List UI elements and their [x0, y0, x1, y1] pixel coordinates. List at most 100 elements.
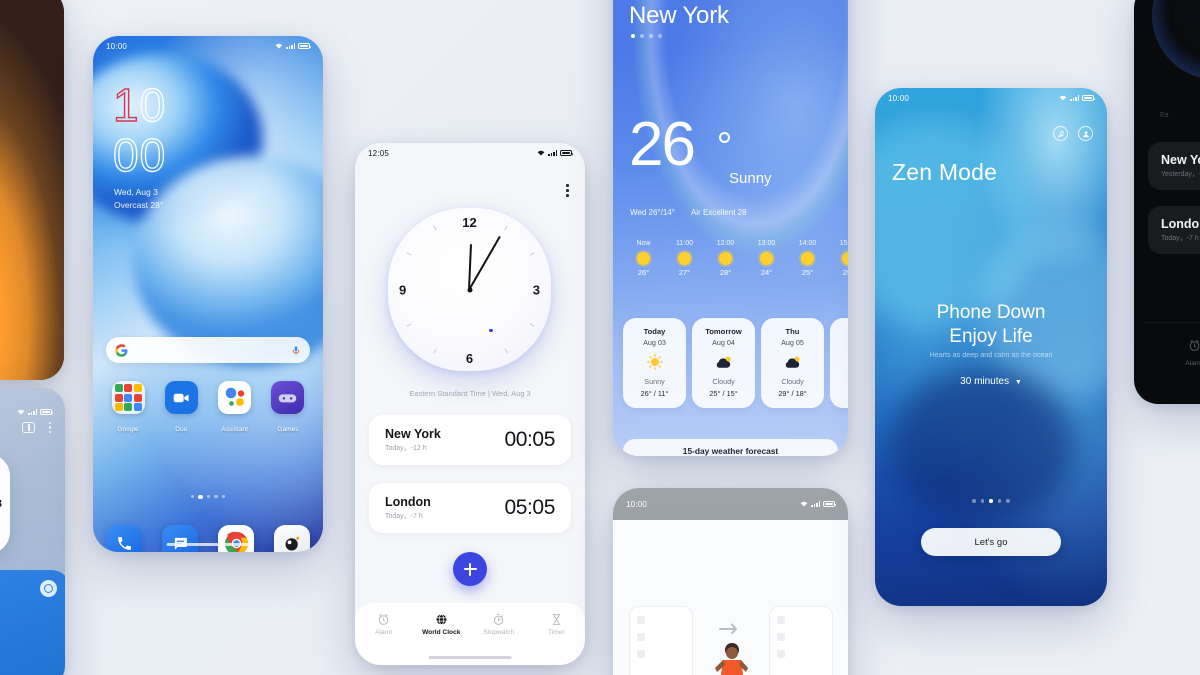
world-clock-row[interactable]: New Yo Yesterday，-: [1148, 142, 1200, 190]
games-controller-icon: [271, 381, 305, 414]
app-icon-assistant[interactable]: Assistant: [213, 381, 257, 436]
daily-forecast-card[interactable]: Fri Aug Clou 33° /: [830, 318, 848, 408]
daily-day: Fri: [832, 327, 848, 336]
weather-forecast-button[interactable]: 15-day weather forecast: [623, 439, 838, 456]
world-clock-row[interactable]: London Today，-7 h: [1148, 206, 1200, 254]
statusbar-time: 10:00: [106, 41, 128, 51]
profile-icon[interactable]: [1078, 126, 1093, 141]
app-icon-games[interactable]: Games: [266, 381, 310, 436]
phone-transfer-app[interactable]: 10:00: [613, 488, 848, 675]
home-page-dots[interactable]: [93, 495, 323, 500]
left-status-icons: [17, 409, 54, 415]
app-icon-duo[interactable]: Duo: [159, 381, 203, 436]
music-note-icon[interactable]: [1053, 126, 1068, 141]
page-dot-active[interactable]: [989, 499, 993, 503]
signal-bars-icon: [1070, 95, 1079, 101]
page-dot[interactable]: [658, 34, 662, 38]
daily-range: 29° / 18°: [778, 389, 807, 398]
phone-clock-app[interactable]: 12:05 12 3 6 9 Eastern Standard Time | W…: [355, 143, 585, 665]
statusbar-icons: [275, 43, 312, 49]
page-dot[interactable]: [972, 499, 976, 503]
chevron-down-icon[interactable]: ▼: [1015, 379, 1022, 386]
left-widget-toolbar[interactable]: [0, 422, 65, 433]
orange-screen: n r wind: [0, 0, 64, 380]
page-dot[interactable]: [980, 499, 985, 503]
lockscreen-meta: Wed, Aug 3 Overcast 28°: [114, 186, 163, 212]
zen-duration-value: 30 minutes: [960, 376, 1010, 387]
tab-alarm[interactable]: Alarm: [355, 613, 413, 636]
layout-grid-icon[interactable]: [21, 422, 35, 433]
tab-alarm[interactable]: Alarm: [1134, 339, 1200, 367]
page-dot[interactable]: [1006, 499, 1010, 503]
phone-icon[interactable]: [106, 525, 142, 552]
statusbar-time: 10:00: [888, 93, 910, 103]
alarm-clock-icon: [378, 613, 389, 625]
weather-hourly-strip[interactable]: Now 26° 11:00 27° 12:00 28° 13:00 24° 14…: [623, 240, 848, 277]
tab-label: Alarm: [1185, 360, 1200, 367]
page-dot[interactable]: [191, 495, 195, 499]
page-dot[interactable]: [221, 495, 225, 499]
hourly-temp: 26°: [637, 268, 650, 277]
left-blue-panel[interactable]: [0, 570, 65, 675]
add-city-button[interactable]: [453, 552, 487, 586]
daily-condition: Cloudy: [781, 377, 804, 386]
hourly-item: 13:00 24°: [746, 240, 787, 277]
daily-range: 25° / 15°: [709, 389, 738, 398]
page-dot[interactable]: [214, 495, 218, 499]
chrome-icon[interactable]: [218, 525, 254, 552]
messages-icon[interactable]: [162, 525, 198, 552]
world-clock-row[interactable]: New York Today，-12 h 00:05: [369, 415, 571, 465]
tab-stopwatch[interactable]: Stopwatch: [470, 613, 528, 636]
page-dot-active[interactable]: [198, 495, 203, 500]
daily-condition: Sunny: [644, 377, 665, 386]
zen-start-button[interactable]: Let's go: [921, 528, 1061, 556]
tab-timer[interactable]: Timer: [528, 613, 586, 636]
daily-forecast-card[interactable]: Today Aug 03 Sunny 26° / 11°: [623, 318, 686, 408]
daily-forecast-card[interactable]: Thu Aug 05 Cloudy 29° / 18°: [761, 318, 824, 408]
phone-dark-clock[interactable]: 9 Ea New Yo Yesterday，- London Today，-7 …: [1134, 0, 1200, 404]
page-dot[interactable]: [649, 34, 653, 38]
page-dot[interactable]: [997, 499, 1002, 503]
globe-icon: [436, 614, 447, 625]
google-search-bar[interactable]: [106, 337, 310, 363]
weather-daily-cards[interactable]: Today Aug 03 Sunny 26° / 11° Tomorrow Au…: [623, 318, 848, 408]
zen-duration-selector[interactable]: 30 minutes ▼: [875, 376, 1107, 387]
phone-left-widgets[interactable]: 12 3 6 York: [0, 388, 65, 675]
tab-world-clock[interactable]: World Clock: [413, 613, 471, 636]
clock-tick: [529, 323, 534, 327]
world-clock-row[interactable]: London Today，-7 h 05:05: [369, 483, 571, 533]
daily-forecast-card[interactable]: Tomorrow Aug 04 Cloudy 25° / 15°: [692, 318, 755, 408]
hourglass-icon: [552, 614, 560, 625]
hourly-label: 15:00: [839, 240, 848, 247]
world-clock-offset: Today，-7 h: [1161, 235, 1199, 242]
camera-icon[interactable]: [274, 525, 310, 552]
stopwatch-icon: [494, 613, 504, 625]
weather-day-range: Wed 26°/14°: [630, 208, 675, 217]
weather-page-dots[interactable]: [631, 34, 662, 38]
microphone-icon[interactable]: [291, 344, 301, 357]
phone-home-screen[interactable]: 10:00 10 00 Wed, Aug 3 Overcast 28° Goog…: [93, 36, 323, 552]
sun-icon: [625, 353, 684, 371]
hourly-label: 13:00: [757, 240, 776, 247]
google-folder-icon: [111, 381, 145, 414]
page-dot[interactable]: [640, 34, 644, 38]
hourly-temp: 27°: [678, 268, 691, 277]
statusbar-icons: [537, 150, 574, 156]
dark-timezone-label: Ea: [1160, 112, 1169, 119]
app-label: Games: [277, 426, 299, 433]
page-dot[interactable]: [206, 495, 211, 499]
clock-tick: [432, 348, 437, 354]
lockscreen-minute: 00: [112, 129, 167, 181]
left-clock-widget[interactable]: 12 3 6 York: [0, 454, 10, 554]
page-dot-active[interactable]: [631, 34, 635, 38]
clock-number-12: 12: [462, 215, 477, 230]
phone-zen-mode[interactable]: 10:00 Zen Mode Phone Down Enjoy Life Hea…: [875, 88, 1107, 606]
kebab-menu-icon[interactable]: [48, 422, 51, 433]
kebab-menu-icon[interactable]: [566, 184, 569, 197]
google-assistant-icon: [218, 381, 252, 414]
app-icon-google-folder[interactable]: Google: [106, 381, 150, 436]
zen-page-dots[interactable]: [875, 499, 1107, 503]
clock-statusbar: 12:05: [355, 143, 585, 163]
phone-orange-preview[interactable]: n r wind: [0, 0, 64, 380]
phone-weather-app[interactable]: New York 26 Sunny Wed 26°/14° Air Excell…: [613, 0, 848, 456]
